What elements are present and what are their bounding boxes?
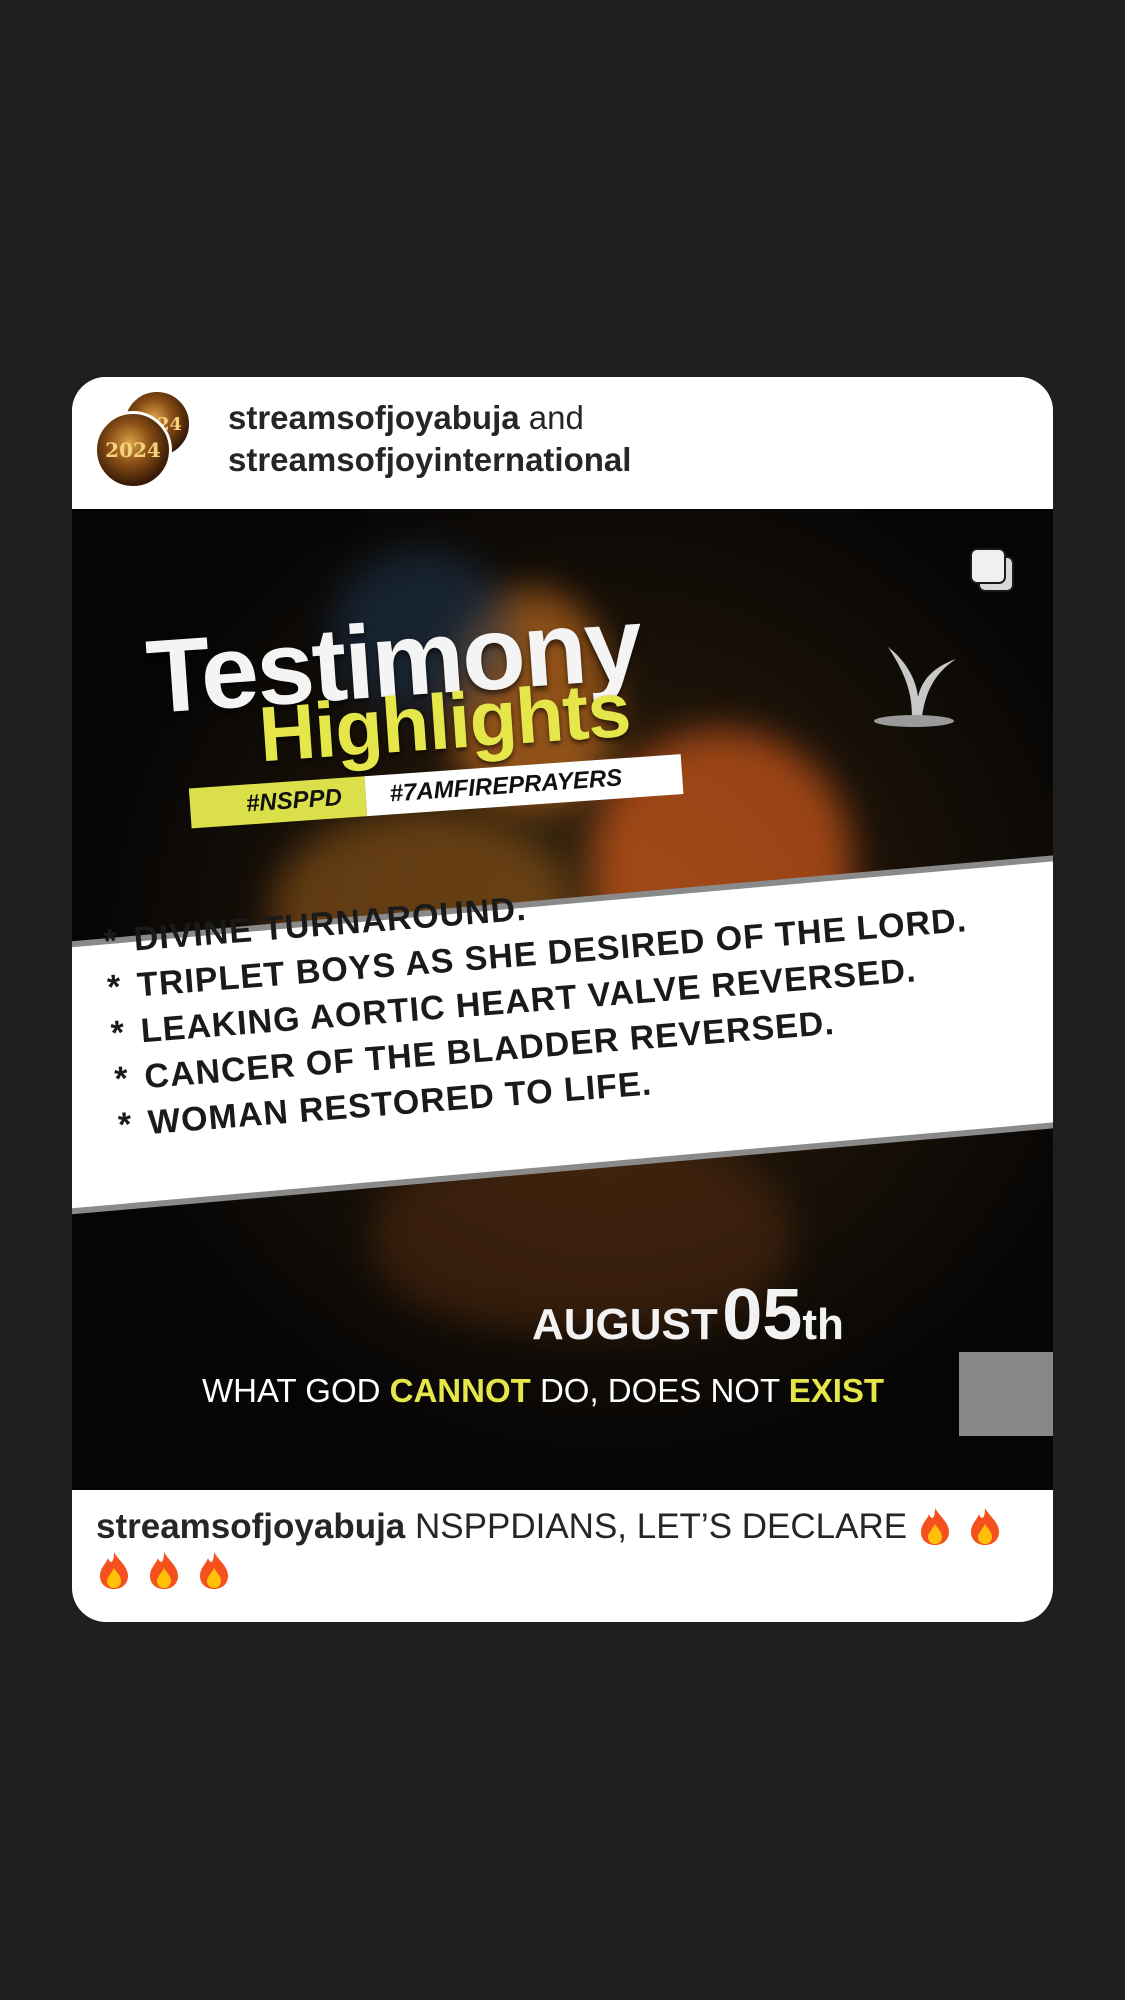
slogan-highlight: EXIST	[788, 1372, 885, 1409]
bullet: *	[116, 1105, 134, 1145]
hashtag-nsppd: #NSPPD	[188, 776, 368, 829]
fire-emoji-icon	[200, 1552, 228, 1589]
bullet: *	[105, 967, 124, 1007]
username-primary[interactable]: streamsofjoyabuja	[228, 399, 520, 436]
avatar-primary-text: 2024	[105, 438, 161, 462]
avatar-primary[interactable]: 2024	[94, 411, 172, 489]
date-day: 05	[722, 1275, 803, 1355]
date-month: AUGUST	[532, 1300, 718, 1349]
username-secondary[interactable]: streamsofjoyinternational	[228, 441, 631, 478]
grey-block	[959, 1352, 1053, 1436]
post-card[interactable]: 2024 2024 streamsofjoyabuja and streamso…	[72, 377, 1053, 1622]
fire-emoji-icon	[150, 1552, 178, 1589]
event-date: AUGUST 05th	[532, 1274, 844, 1356]
collab-avatars[interactable]: 2024 2024	[94, 389, 204, 499]
plant-logo	[874, 647, 956, 727]
post-caption: streamsofjoyabuja NSPPDIANS, LET’S DECLA…	[96, 1505, 1036, 1593]
caption-text: NSPPDIANS, LET’S DECLARE	[415, 1507, 908, 1546]
post-header: 2024 2024 streamsofjoyabuja and streamso…	[72, 377, 1053, 509]
fire-emoji-icon	[920, 1508, 949, 1545]
bullet: *	[113, 1059, 131, 1099]
title-block: Testimony Highlights #NSPPD #7AMFIREPRAY…	[143, 577, 760, 878]
caption-username[interactable]: streamsofjoyabuja	[96, 1507, 405, 1546]
slogan: WHAT GOD CANNOT DO, DOES NOT EXIST	[202, 1372, 884, 1410]
slogan-highlight: CANNOT	[389, 1372, 531, 1409]
fire-emoji-icon	[100, 1552, 128, 1589]
post-image[interactable]: Testimony Highlights #NSPPD #7AMFIREPRAY…	[72, 509, 1053, 1490]
bullet: *	[102, 921, 120, 961]
date-suffix: th	[802, 1300, 844, 1349]
slogan-part: WHAT GOD	[202, 1372, 381, 1409]
slogan-part: DO, DOES NOT	[539, 1372, 780, 1409]
collab-names: streamsofjoyabuja and streamsofjoyintern…	[228, 397, 1008, 481]
carousel-icon	[970, 548, 1014, 592]
bullet: *	[109, 1013, 127, 1053]
fire-emoji-icon	[970, 1508, 999, 1545]
connector-text: and	[528, 399, 584, 436]
